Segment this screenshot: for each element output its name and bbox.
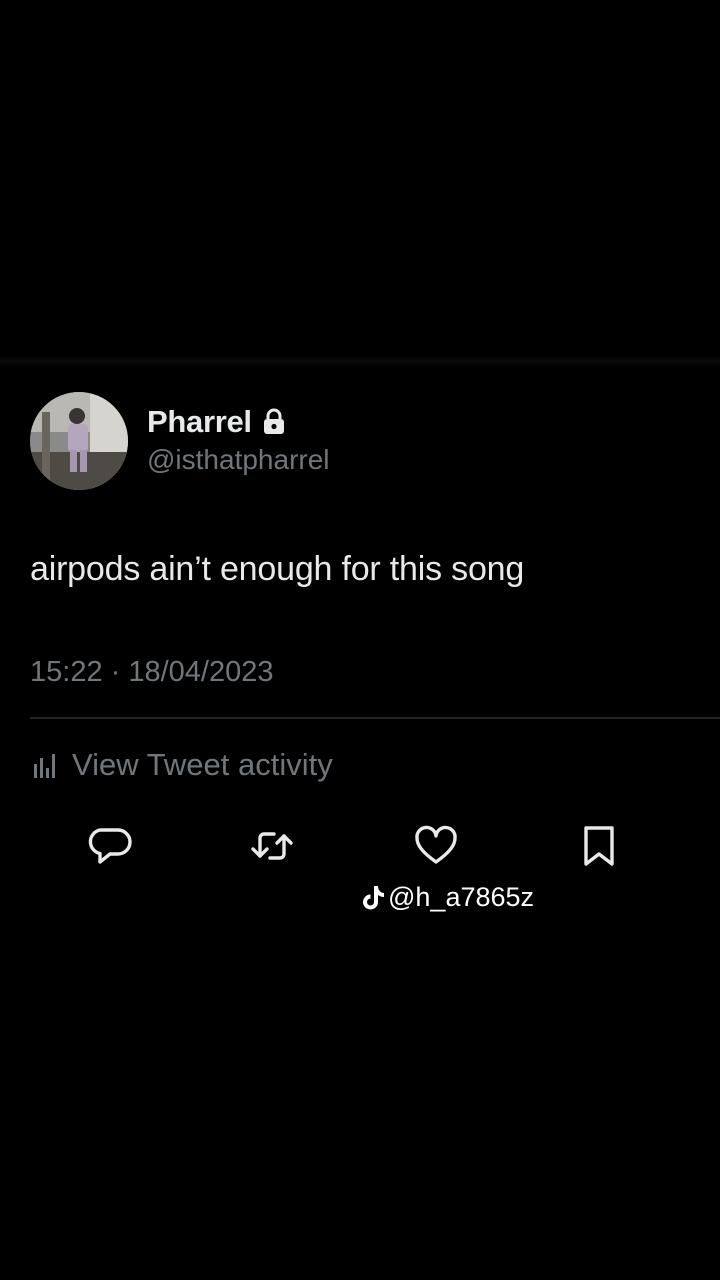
- bookmark-icon[interactable]: [575, 822, 623, 870]
- tweet-timestamp[interactable]: 15:22 · 18/04/2023: [30, 656, 273, 689]
- top-divider: [0, 356, 720, 366]
- speech-bubble-icon[interactable]: [86, 822, 134, 870]
- tiktok-watermark: @h_a7865z: [360, 880, 534, 914]
- heart-icon[interactable]: [412, 822, 460, 870]
- avatar-photo: [30, 392, 128, 490]
- view-tweet-activity-label: View Tweet activity: [72, 747, 333, 782]
- author-handle[interactable]: @isthatpharrel: [147, 444, 330, 476]
- retweet-arrows-icon[interactable]: [248, 822, 296, 870]
- tiktok-icon: [363, 886, 384, 910]
- tweet-text: airpods ain’t enough for this song: [30, 550, 525, 588]
- author-name-row[interactable]: Pharrel: [147, 402, 286, 442]
- bar-chart-icon: [34, 754, 55, 778]
- divider: [30, 717, 720, 719]
- avatar[interactable]: [30, 392, 128, 490]
- author-display-name[interactable]: Pharrel: [147, 404, 252, 440]
- watermark-handle: @h_a7865z: [388, 881, 535, 912]
- view-tweet-activity-link[interactable]: View Tweet activity: [30, 745, 333, 785]
- lock-icon: [263, 408, 284, 434]
